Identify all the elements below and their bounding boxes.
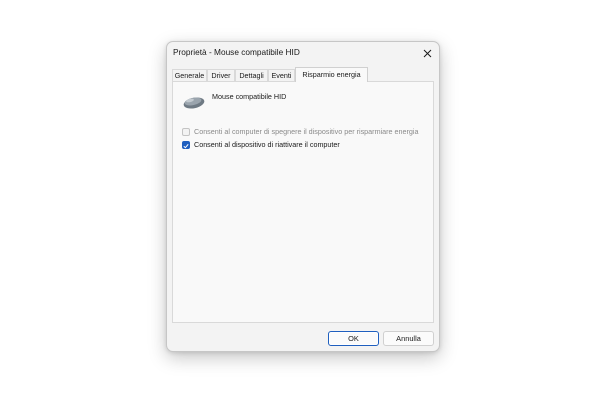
checkmark-icon (183, 136, 189, 154)
tab-eventi[interactable]: Eventi (268, 69, 295, 81)
properties-dialog: Proprietà - Mouse compatibile HID Genera… (166, 41, 440, 352)
allow-power-off-option: Consenti al computer di spegnere il disp… (182, 126, 419, 137)
tab-driver[interactable]: Driver (207, 69, 235, 81)
allow-wake-option: Consenti al dispositivo di riattivare il… (182, 139, 340, 150)
cancel-button[interactable]: Annulla (383, 331, 434, 346)
title-bar[interactable]: Proprietà - Mouse compatibile HID (167, 42, 439, 63)
tab-generale[interactable]: Generale (172, 69, 207, 81)
window-title: Proprietà - Mouse compatibile HID (173, 47, 300, 57)
tab-dettagli[interactable]: Dettagli (235, 69, 268, 81)
tab-strip: Generale Driver Dettagli Eventi Risparmi… (172, 67, 434, 82)
close-button[interactable] (418, 45, 436, 61)
allow-power-off-checkbox[interactable] (182, 127, 190, 136)
mouse-icon (182, 94, 206, 110)
allow-wake-checkbox[interactable] (182, 140, 190, 149)
tab-risparmio-energia[interactable]: Risparmio energia (295, 67, 368, 82)
power-management-panel: Mouse compatibile HID Consenti al comput… (172, 81, 434, 323)
close-icon (423, 49, 432, 58)
allow-power-off-label: Consenti al computer di spegnere il disp… (194, 127, 419, 136)
allow-wake-label: Consenti al dispositivo di riattivare il… (194, 140, 340, 149)
device-name: Mouse compatibile HID (212, 92, 287, 101)
ok-button[interactable]: OK (328, 331, 379, 346)
